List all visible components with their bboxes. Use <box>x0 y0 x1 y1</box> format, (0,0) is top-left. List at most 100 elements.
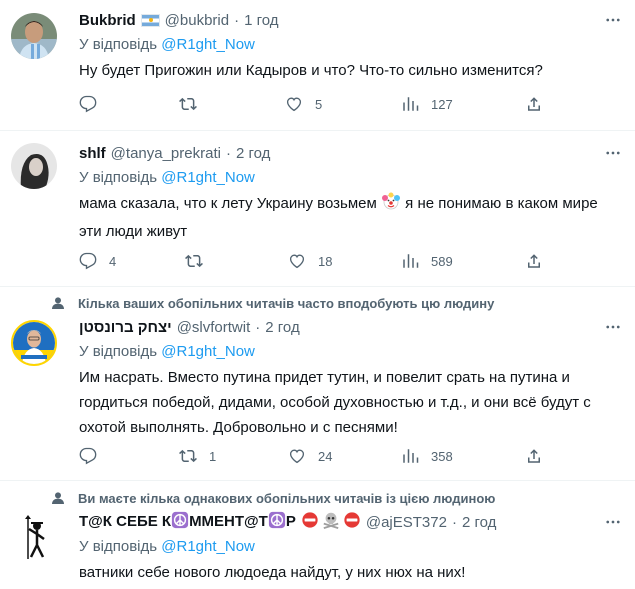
tweet-text: Ну будет Пригожин или Кадыров и что? Что… <box>79 62 543 79</box>
reply-count: 4 <box>109 253 117 269</box>
share-icon <box>528 449 540 463</box>
retweet-button[interactable] <box>185 251 215 271</box>
tweet-header: Bukbrid @bukbrid · 1 год <box>79 9 279 31</box>
social-context: Кілька ваших обопільних читачів часто вп… <box>50 295 494 311</box>
share-button[interactable] <box>525 251 543 271</box>
retweet-icon <box>185 254 203 268</box>
tweet-4[interactable]: Ви маєте кілька однакових обопільних чит… <box>0 481 635 589</box>
reply-to-link[interactable]: @R1ght_Now <box>161 36 255 53</box>
views-icon <box>403 254 419 268</box>
like-button[interactable]: 5 <box>285 94 322 114</box>
like-count: 18 <box>318 253 333 269</box>
tweet-3[interactable]: Кілька ваших обопільних читачів часто вп… <box>0 287 635 480</box>
separator-dot: · <box>234 11 240 29</box>
tweet-header: Т@К СЕБЕ К ММЕНТ@Т Р @ajEST372 · 2 год <box>79 511 496 533</box>
views-icon <box>403 97 419 111</box>
reply-prefix: У відповідь <box>79 36 162 53</box>
like-button[interactable]: 18 <box>288 251 332 271</box>
retweet-icon <box>179 97 197 111</box>
reply-context: У відповідь @R1ght_Now <box>79 538 255 555</box>
tweet-header: יצחק ברונסטן @slvfortwit · 2 год <box>79 316 300 338</box>
retweet-button[interactable]: 1 <box>179 446 216 466</box>
views-button[interactable]: 127 <box>401 94 453 114</box>
avatar[interactable] <box>11 320 57 366</box>
reply-to-link[interactable]: @R1ght_Now <box>161 169 255 186</box>
argentina-flag-icon <box>140 13 160 27</box>
people-icon <box>52 492 64 504</box>
action-bar: 4 18 589 <box>79 251 559 271</box>
share-icon <box>528 97 540 111</box>
reply-context: У відповідь @R1ght_Now <box>79 343 255 360</box>
reply-button[interactable]: 4 <box>79 251 116 271</box>
timestamp[interactable]: 1 год <box>244 12 278 29</box>
timestamp[interactable]: 2 год <box>236 145 270 162</box>
avatar[interactable] <box>11 515 57 561</box>
tweet-header: shlf @tanya_prekrati · 2 год <box>79 142 270 164</box>
views-button[interactable]: 358 <box>401 446 453 466</box>
views-icon <box>403 449 419 463</box>
reply-to-link[interactable]: @R1ght_Now <box>161 538 255 555</box>
share-button[interactable] <box>525 94 543 114</box>
peace-symbol-icon <box>171 511 189 533</box>
display-name[interactable]: Bukbrid <box>79 12 136 29</box>
reply-prefix: У відповідь <box>79 538 162 555</box>
display-name-part-1: Т@К СЕБЕ К <box>79 513 172 530</box>
skull-crossbones-icon <box>321 511 341 533</box>
like-button[interactable]: 24 <box>288 446 332 466</box>
share-icon <box>528 254 540 268</box>
retweet-count: 1 <box>209 448 217 464</box>
display-name[interactable]: יצחק ברונסטן <box>79 319 172 336</box>
social-context-text: Ви маєте кілька однакових обопільних чит… <box>78 490 496 506</box>
user-handle[interactable]: @ajEST372 <box>366 514 447 531</box>
action-bar: 5 127 <box>79 94 559 114</box>
retweet-icon <box>179 449 197 463</box>
tweet-2[interactable]: shlf @tanya_prekrati · 2 год У відповідь… <box>0 131 635 286</box>
like-count: 5 <box>315 96 323 112</box>
reply-icon <box>79 252 97 270</box>
user-handle[interactable]: @bukbrid <box>165 12 229 29</box>
like-icon <box>289 449 305 464</box>
reply-button[interactable] <box>79 446 109 466</box>
like-icon <box>286 97 302 112</box>
reply-context: У відповідь @R1ght_Now <box>79 169 255 186</box>
separator-dot: · <box>255 318 261 336</box>
avatar[interactable] <box>11 13 57 59</box>
clown-emoji-icon <box>381 191 401 219</box>
social-context-text: Кілька ваших обопільних читачів часто вп… <box>78 295 495 311</box>
separator-dot: · <box>451 513 457 531</box>
avatar[interactable] <box>11 143 57 189</box>
more-icon[interactable] <box>603 512 623 532</box>
reply-prefix: У відповідь <box>79 169 162 186</box>
views-button[interactable]: 589 <box>401 251 453 271</box>
like-count: 24 <box>318 448 333 464</box>
display-name-part-3: Р <box>285 513 296 530</box>
more-icon[interactable] <box>603 143 623 163</box>
separator-dot: · <box>225 144 231 162</box>
peace-symbol-icon <box>268 511 286 533</box>
tweet-text: Им насрать. Вместо путина придет тутин, … <box>79 369 591 436</box>
display-name[interactable]: Т@К СЕБЕ К ММЕНТ@Т Р <box>79 511 296 533</box>
more-icon[interactable] <box>603 10 623 30</box>
like-icon <box>289 254 305 269</box>
views-count: 127 <box>431 96 453 112</box>
reply-context: У відповідь @R1ght_Now <box>79 36 255 53</box>
views-count: 589 <box>431 253 453 269</box>
reply-button[interactable] <box>79 94 109 114</box>
display-name-part-2: ММЕНТ@Т <box>189 513 268 530</box>
action-bar: 1 24 358 <box>79 446 559 466</box>
reply-to-link[interactable]: @R1ght_Now <box>161 343 255 360</box>
tweet-text-part-1: мама сказала, что к лету Украину возьмем <box>79 195 381 212</box>
share-button[interactable] <box>525 446 543 466</box>
more-icon[interactable] <box>603 317 623 337</box>
no-entry-icon <box>301 511 319 533</box>
user-handle[interactable]: @slvfortwit <box>177 319 251 336</box>
tweet-text: мама сказала, что к лету Украину возьмем… <box>79 191 624 244</box>
retweet-button[interactable] <box>179 94 209 114</box>
social-context: Ви маєте кілька однакових обопільних чит… <box>50 490 495 506</box>
display-name[interactable]: shlf <box>79 145 106 162</box>
reply-icon <box>79 447 97 465</box>
timestamp[interactable]: 2 год <box>462 514 496 531</box>
user-handle[interactable]: @tanya_prekrati <box>111 145 221 162</box>
tweet-1[interactable]: Bukbrid @bukbrid · 1 год У відповідь @R1… <box>0 0 635 130</box>
timestamp[interactable]: 2 год <box>265 319 299 336</box>
